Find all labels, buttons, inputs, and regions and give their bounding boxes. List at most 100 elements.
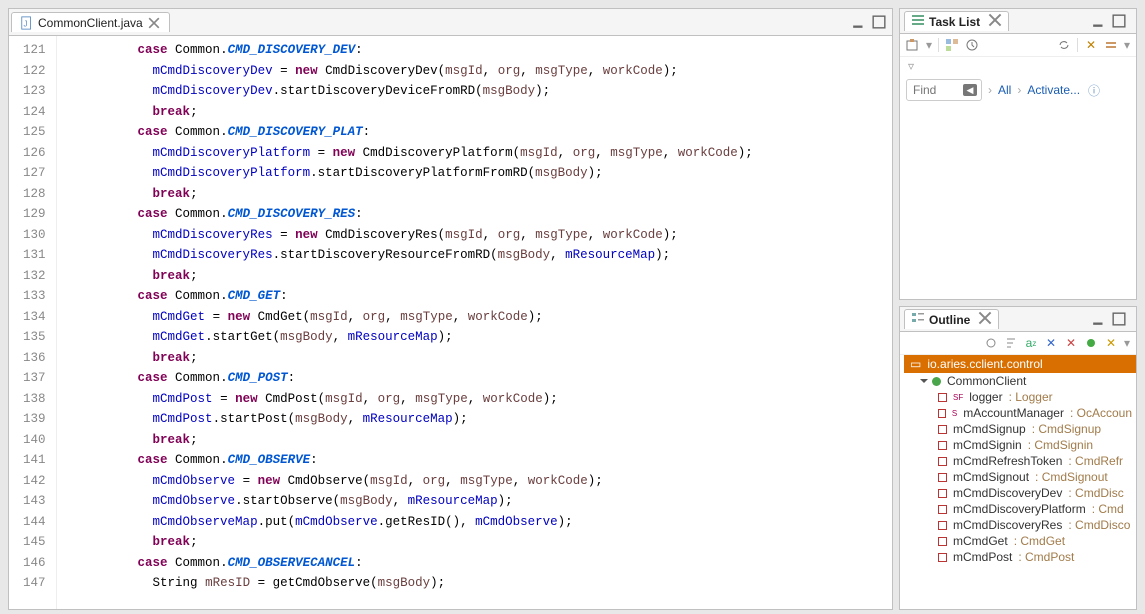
chevron-right-icon: ›: [1017, 83, 1021, 97]
package-icon: ▭: [910, 357, 921, 371]
maximize-icon[interactable]: [1112, 312, 1126, 326]
outline-member[interactable]: mCmdDiscoveryRes : CmdDisco: [904, 517, 1136, 533]
chevron-right-icon: ›: [988, 83, 992, 97]
editor-panel: J CommonClient.java 12112212312412512612…: [8, 8, 893, 610]
field-icon: [938, 505, 947, 514]
outline-title: Outline: [929, 313, 970, 327]
dropdown-arrow-icon[interactable]: ▾: [926, 38, 932, 52]
editor-tabbar: J CommonClient.java: [9, 9, 892, 36]
field-icon: [938, 553, 947, 562]
chevron-down-icon[interactable]: ▿: [900, 57, 1136, 75]
editor-body[interactable]: 1211221231241251261271281291301311321331…: [9, 36, 892, 609]
code-line: case Common.CMD_OBSERVECANCEL:: [63, 553, 886, 574]
class-icon: [932, 377, 941, 386]
tasklist-toolbar: ▾ ✕ ▾: [900, 34, 1136, 57]
code-line: mCmdDiscoveryPlatform = new CmdDiscovery…: [63, 143, 886, 164]
outline-icon: [911, 311, 925, 328]
outline-member[interactable]: mCmdSignout : CmdSignout: [904, 469, 1136, 485]
field-icon: [938, 473, 947, 482]
code-line: mCmdDiscoveryDev = new CmdDiscoveryDev(m…: [63, 61, 886, 82]
close-icon[interactable]: [147, 16, 161, 30]
code-line: break;: [63, 430, 886, 451]
view-menu-icon[interactable]: ▾: [1124, 38, 1130, 52]
sync-icon[interactable]: [1057, 38, 1071, 52]
schedule-icon[interactable]: [965, 38, 979, 52]
code-line: break;: [63, 532, 886, 553]
clear-icon[interactable]: ◀: [963, 84, 977, 96]
editor-tab-label: CommonClient.java: [38, 16, 143, 30]
minimize-icon[interactable]: [852, 15, 866, 29]
code-line: case Common.CMD_OBSERVE:: [63, 450, 886, 471]
outline-member[interactable]: SFlogger : Logger: [904, 389, 1136, 405]
hide-local-icon[interactable]: ✕: [1104, 336, 1118, 350]
outline-member[interactable]: mCmdGet : CmdGet: [904, 533, 1136, 549]
code-line: case Common.CMD_GET:: [63, 286, 886, 307]
code-line: break;: [63, 102, 886, 123]
code-line: mCmdObserveMap.put(mCmdObserve.getResID(…: [63, 512, 886, 533]
code-line: case Common.CMD_POST:: [63, 368, 886, 389]
tasklist-panel: Task List ▾ ✕: [899, 8, 1137, 300]
field-icon: [938, 393, 947, 402]
maximize-icon[interactable]: [872, 15, 886, 29]
tasklist-find-box[interactable]: ◀: [906, 79, 982, 101]
outline-tab[interactable]: Outline: [904, 309, 999, 329]
outline-member[interactable]: mCmdDiscoveryDev : CmdDisc: [904, 485, 1136, 501]
code-line: mCmdObserve.startObserve(msgBody, mResou…: [63, 491, 886, 512]
code-line: break;: [63, 184, 886, 205]
tasklist-find-row: ◀ › All › Activate... ⓘ: [900, 75, 1136, 105]
svg-text:J: J: [24, 19, 28, 28]
code-line: case Common.CMD_DISCOVERY_PLAT:: [63, 122, 886, 143]
tasklist-title: Task List: [929, 15, 980, 29]
hide-nonpublic-icon[interactable]: [1084, 336, 1098, 350]
hide-static-icon[interactable]: ✕: [1064, 336, 1078, 350]
code-line: mCmdDiscoveryRes.startDiscoveryResourceF…: [63, 245, 886, 266]
focus-icon[interactable]: [984, 336, 998, 350]
field-icon: [938, 489, 947, 498]
code-line: mCmdGet.startGet(msgBody, mResourceMap);: [63, 327, 886, 348]
view-menu-icon[interactable]: ▾: [1124, 336, 1130, 350]
outline-member[interactable]: mCmdPost : CmdPost: [904, 549, 1136, 565]
categorize-icon[interactable]: [945, 38, 959, 52]
minimize-icon[interactable]: [1092, 312, 1106, 326]
close-icon[interactable]: [978, 311, 992, 328]
code-line: mCmdDiscoveryDev.startDiscoveryDeviceFro…: [63, 81, 886, 102]
outline-member[interactable]: mCmdSignup : CmdSignup: [904, 421, 1136, 437]
code-line: case Common.CMD_DISCOVERY_DEV:: [63, 40, 886, 61]
tasklist-activate-link[interactable]: Activate...: [1027, 83, 1080, 97]
collapse-icon[interactable]: [1104, 38, 1118, 52]
outline-member[interactable]: mCmdSignin : CmdSignin: [904, 437, 1136, 453]
code-line: String mResID = getCmdObserve(msgBody);: [63, 573, 886, 594]
outline-class[interactable]: CommonClient: [904, 373, 1136, 389]
outline-member[interactable]: SmAccountManager : OcAccoun: [904, 405, 1136, 421]
code-line: mCmdDiscoveryRes = new CmdDiscoveryRes(m…: [63, 225, 886, 246]
outline-member[interactable]: mCmdRefreshToken : CmdRefr: [904, 453, 1136, 469]
close-icon[interactable]: [988, 13, 1002, 30]
new-task-icon[interactable]: [906, 38, 920, 52]
line-gutter: 1211221231241251261271281291301311321331…: [9, 36, 57, 609]
sort-icon[interactable]: [1004, 336, 1018, 350]
code-line: mCmdPost = new CmdPost(msgId, org, msgTy…: [63, 389, 886, 410]
outline-package[interactable]: ▭io.aries.cclient.control: [904, 355, 1136, 373]
outline-panel: Outline az ✕ ✕ ✕ ▾ ▭: [899, 306, 1137, 610]
minimize-icon[interactable]: [1092, 14, 1106, 28]
outline-member[interactable]: mCmdDiscoveryPlatform : Cmd: [904, 501, 1136, 517]
editor-tab-commonclient[interactable]: J CommonClient.java: [11, 12, 170, 32]
field-icon: [938, 521, 947, 530]
hide-icon[interactable]: ✕: [1084, 38, 1098, 52]
expand-icon[interactable]: [920, 379, 928, 383]
find-input[interactable]: [911, 82, 959, 98]
code-line: break;: [63, 266, 886, 287]
code-line: case Common.CMD_DISCOVERY_RES:: [63, 204, 886, 225]
code-line: mCmdGet = new CmdGet(msgId, org, msgType…: [63, 307, 886, 328]
sort-az-icon[interactable]: az: [1024, 336, 1038, 350]
field-icon: [938, 409, 946, 418]
tasklist-body: [900, 105, 1136, 299]
java-file-icon: J: [20, 16, 34, 30]
code-area[interactable]: case Common.CMD_DISCOVERY_DEV: mCmdDisco…: [57, 36, 892, 609]
outline-tree[interactable]: ▭io.aries.cclient.controlCommonClientSFl…: [900, 355, 1136, 609]
tasklist-filter-all[interactable]: All: [998, 83, 1011, 97]
hide-fields-icon[interactable]: ✕: [1044, 336, 1058, 350]
info-icon[interactable]: ⓘ: [1088, 82, 1100, 99]
maximize-icon[interactable]: [1112, 14, 1126, 28]
tasklist-tab[interactable]: Task List: [904, 11, 1009, 31]
